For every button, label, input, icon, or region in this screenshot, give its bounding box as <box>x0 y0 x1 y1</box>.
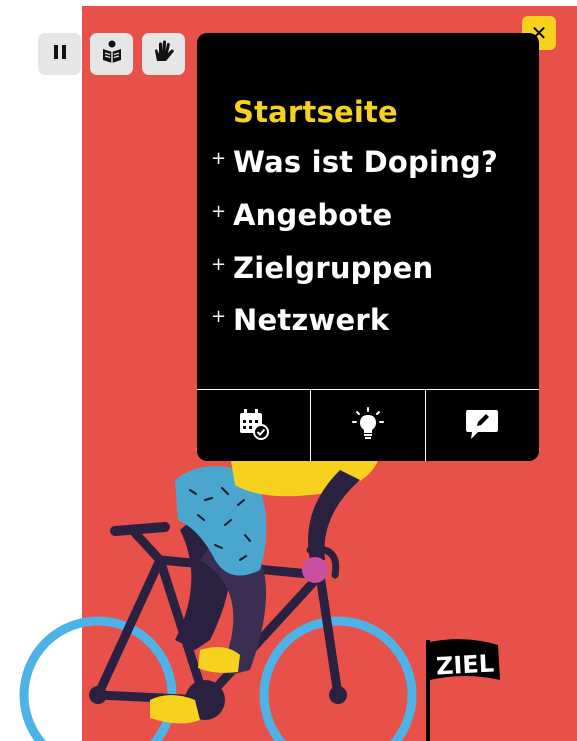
menu-item-label: Angebote <box>233 198 393 232</box>
flag-label: ZIEL <box>435 649 494 680</box>
tips-button[interactable] <box>311 390 426 461</box>
expand-plus-icon[interactable]: + <box>211 148 233 169</box>
sign-language-icon <box>151 39 177 69</box>
expand-plus-icon[interactable]: + <box>211 306 233 327</box>
menu-item-label: Was ist Doping? <box>233 145 498 179</box>
lightbulb-icon <box>351 407 385 445</box>
menu-item-netzwerk[interactable]: + Netzwerk <box>211 303 389 337</box>
pause-icon <box>51 43 69 65</box>
menu-item-label: Netzwerk <box>233 303 390 337</box>
pencil-chat-icon <box>464 406 500 446</box>
menu-item-label: Zielgruppen <box>233 251 434 285</box>
menu-quick-links <box>197 389 539 461</box>
menu-item-was-ist-doping[interactable]: + Was ist Doping? <box>211 145 498 179</box>
feedback-button[interactable] <box>426 390 539 461</box>
easy-language-button[interactable] <box>90 33 133 75</box>
menu-item-zielgruppen[interactable]: + Zielgruppen <box>211 251 433 285</box>
calendar-button[interactable] <box>197 390 312 461</box>
navigation-menu: Startseite + Was ist Doping? + Angebote … <box>197 33 539 461</box>
pause-button[interactable] <box>38 33 81 75</box>
calendar-check-icon <box>237 407 271 445</box>
menu-item-startseite[interactable]: Startseite <box>233 95 398 129</box>
menu-item-angebote[interactable]: + Angebote <box>211 198 392 232</box>
easy-language-icon <box>99 39 125 69</box>
sign-language-button[interactable] <box>142 33 185 75</box>
expand-plus-icon[interactable]: + <box>211 254 233 275</box>
expand-plus-icon[interactable]: + <box>211 201 233 222</box>
